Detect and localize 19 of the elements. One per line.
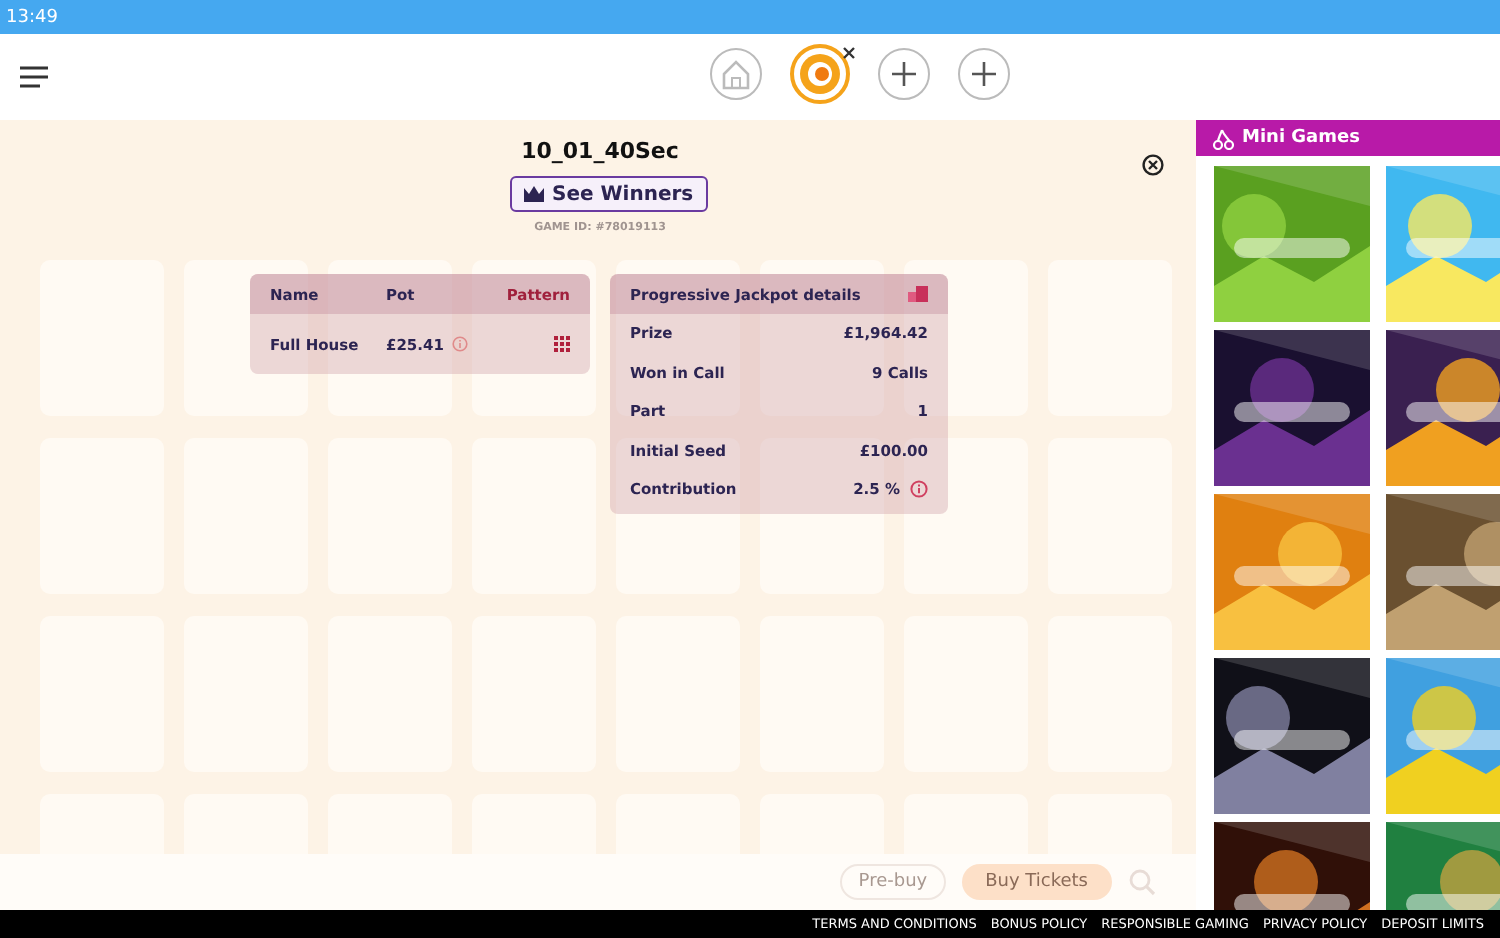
see-winners-button[interactable]: See Winners [510, 176, 708, 212]
coins-icon [908, 286, 928, 302]
crown-icon [524, 186, 544, 202]
clock-time: 13:49 [6, 7, 58, 27]
add-tab[interactable] [878, 48, 930, 100]
game-title: 10_01_40Sec [519, 138, 681, 164]
menu-icon[interactable] [20, 66, 48, 88]
plus-icon [892, 62, 916, 86]
game-logo-icon [798, 52, 842, 96]
close-icon[interactable] [1142, 154, 1164, 176]
pattern-grid-icon[interactable] [554, 336, 570, 352]
home-icon [720, 58, 752, 90]
buy-tickets-button[interactable]: Buy Tickets [961, 864, 1112, 900]
plus-icon [972, 62, 996, 86]
cherries-icon [1212, 127, 1234, 149]
info-icon[interactable] [910, 480, 928, 499]
add-tab[interactable] [958, 48, 1010, 100]
close-icon[interactable] [842, 46, 856, 60]
panel-title: Mini Games [1242, 128, 1360, 148]
